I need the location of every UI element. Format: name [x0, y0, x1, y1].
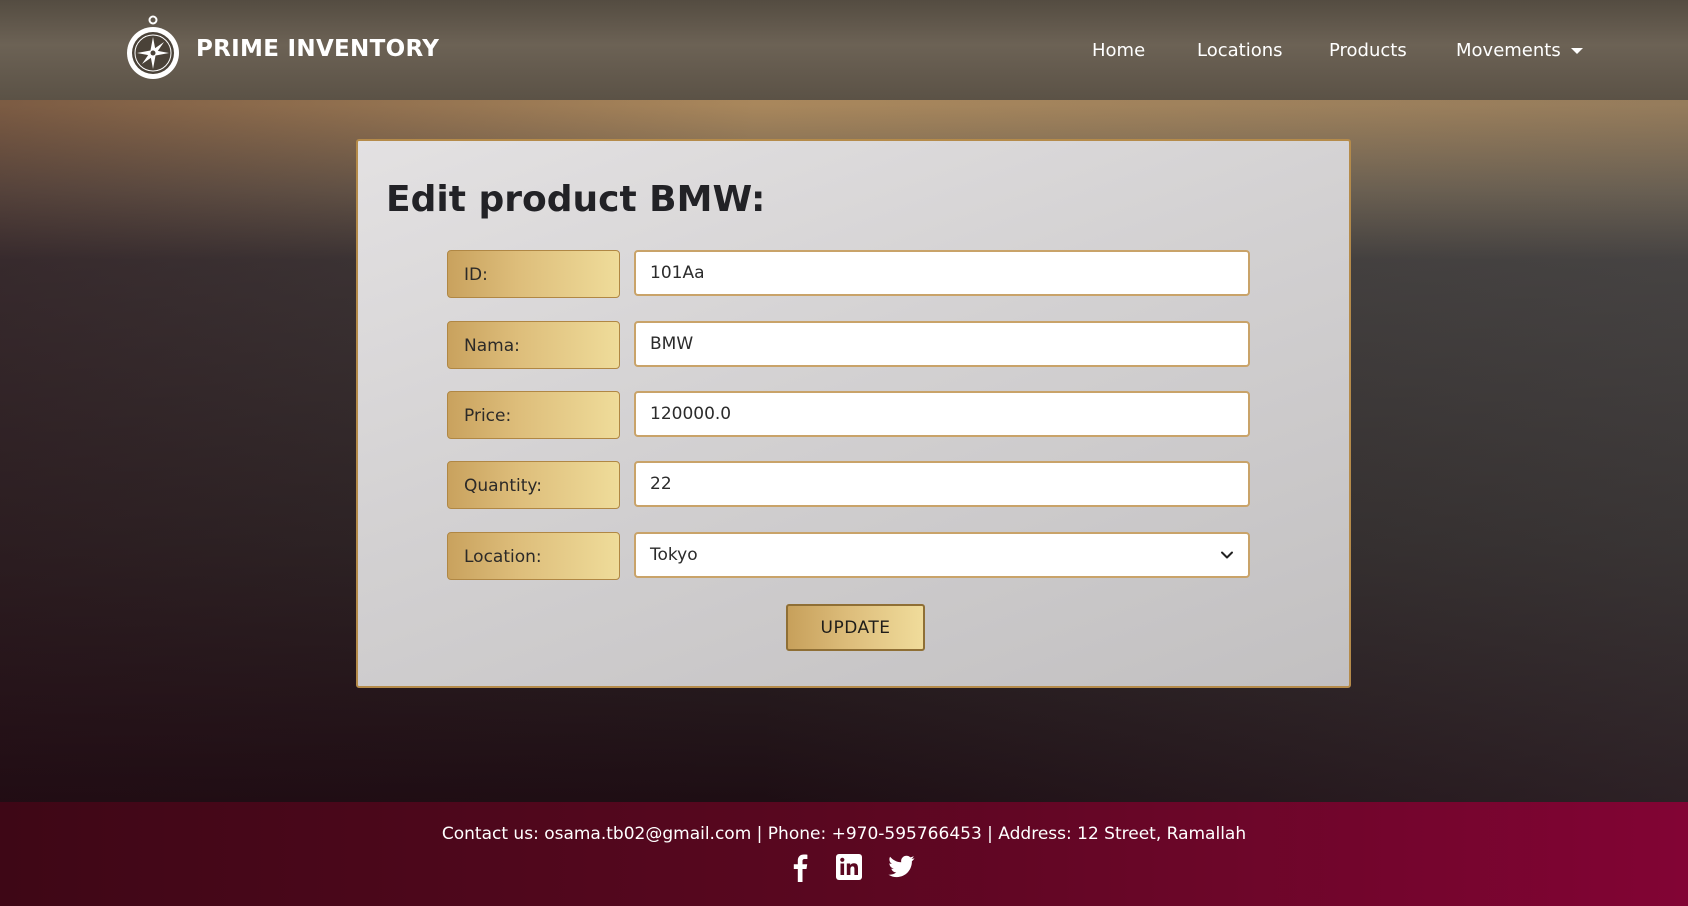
- form-row-price: Price:: [447, 391, 1252, 439]
- page-title: Edit product BMW:: [386, 179, 766, 220]
- social-links: [0, 852, 1688, 888]
- compass-logo-icon: [127, 15, 179, 79]
- location-selected-value: Tokyo: [650, 545, 698, 565]
- brand[interactable]: PRIME INVENTORY: [124, 15, 439, 83]
- chevron-down-icon: [1221, 551, 1233, 559]
- id-input[interactable]: [634, 250, 1250, 296]
- linkedin-icon[interactable]: [834, 852, 864, 882]
- footer-contact: Contact us: osama.tb02@gmail.com | Phone…: [441, 824, 1247, 844]
- caret-down-icon: [1570, 48, 1583, 54]
- update-button[interactable]: UPDATE: [786, 604, 925, 651]
- form-row-id: ID:: [447, 250, 1252, 298]
- name-input[interactable]: [634, 321, 1250, 367]
- form-row-quantity: Quantity:: [447, 461, 1252, 509]
- nav-link-home[interactable]: Home: [1092, 40, 1145, 61]
- location-label: Location:: [447, 532, 620, 580]
- location-select[interactable]: Tokyo: [634, 532, 1250, 578]
- name-label: Nama:: [447, 321, 620, 369]
- price-input[interactable]: [634, 391, 1250, 437]
- nav-link-locations[interactable]: Locations: [1197, 40, 1283, 61]
- price-label: Price:: [447, 391, 620, 439]
- footer: Contact us: osama.tb02@gmail.com | Phone…: [0, 802, 1688, 906]
- quantity-input[interactable]: [634, 461, 1250, 507]
- nav-link-movements-label: Movements: [1456, 40, 1561, 61]
- edit-product-card: Edit product BMW: ID: Nama: Price: Quant…: [356, 139, 1351, 688]
- navbar: PRIME INVENTORY Home Locations Products …: [0, 0, 1688, 100]
- facebook-icon[interactable]: [785, 852, 815, 882]
- nav-link-products[interactable]: Products: [1329, 40, 1407, 61]
- id-label: ID:: [447, 250, 620, 298]
- nav-link-movements[interactable]: Movements: [1456, 40, 1583, 61]
- twitter-icon[interactable]: [886, 852, 916, 882]
- quantity-label: Quantity:: [447, 461, 620, 509]
- form-row-name: Nama:: [447, 321, 1252, 369]
- brand-name: PRIME INVENTORY: [196, 36, 440, 62]
- form-row-location: Location: Tokyo: [447, 532, 1252, 580]
